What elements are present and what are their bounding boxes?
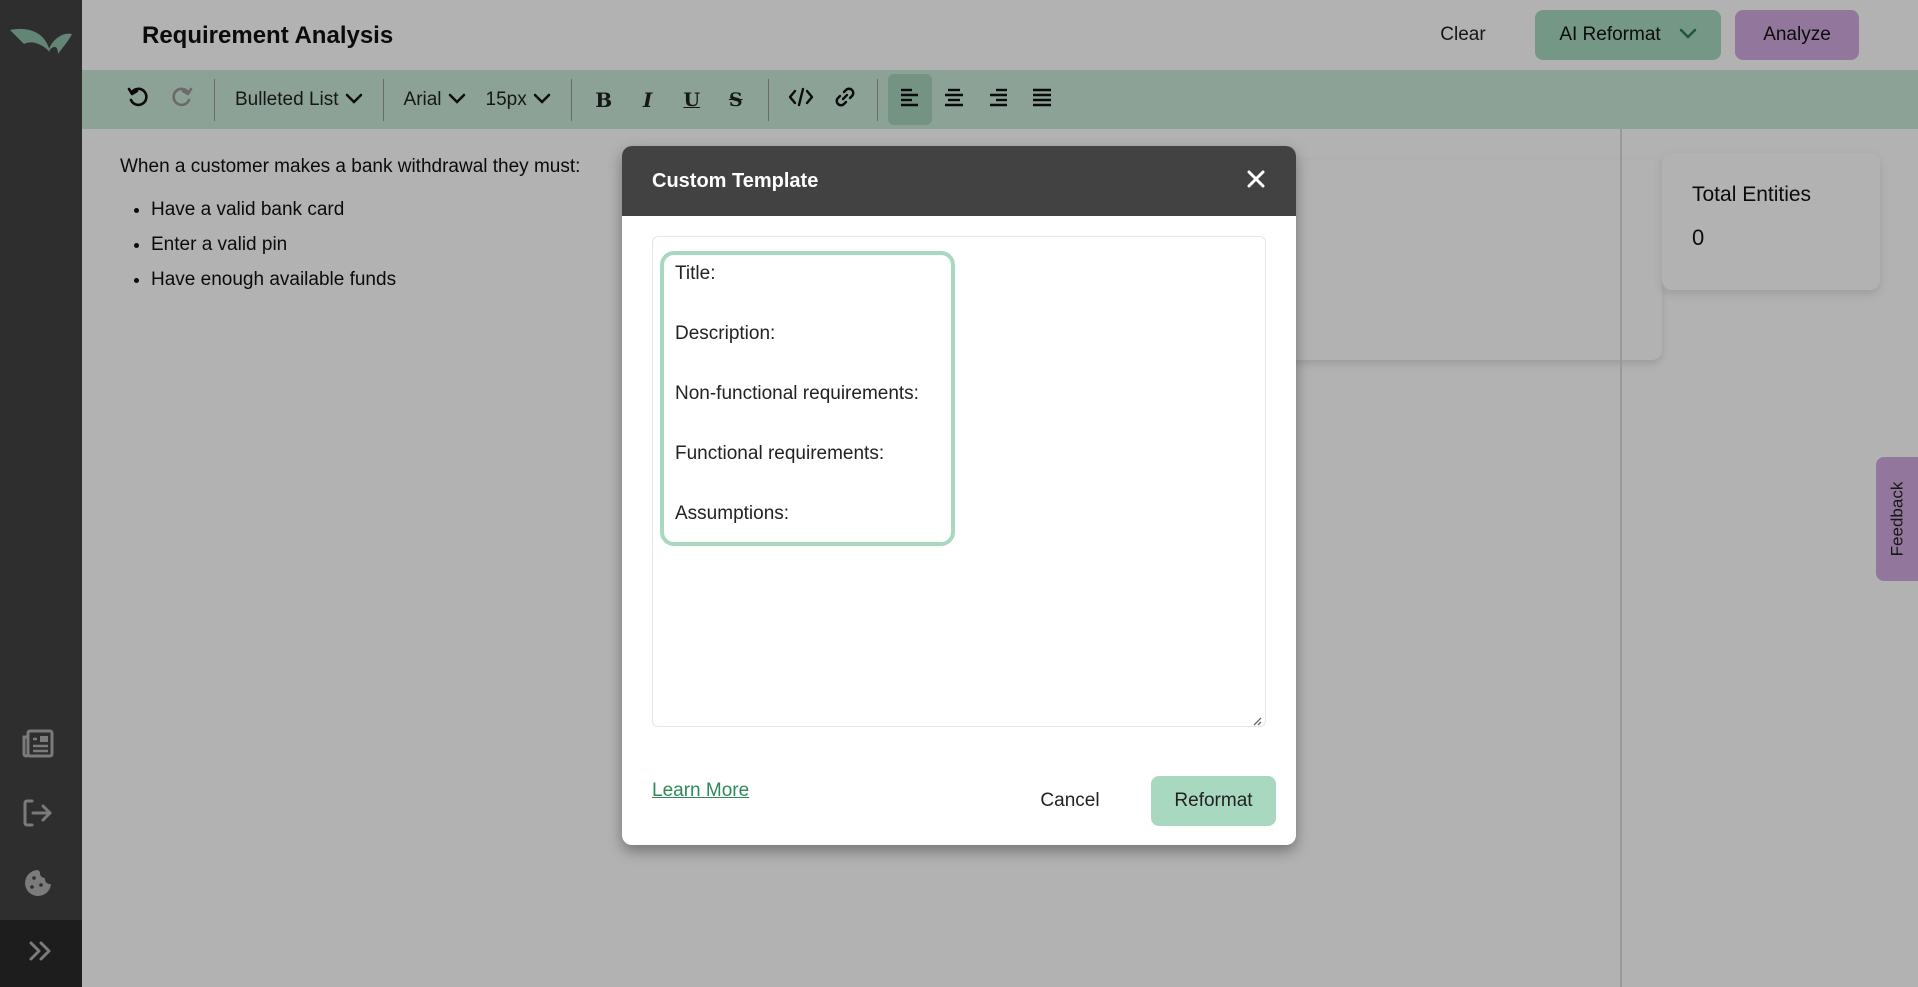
template-line: Assumptions:	[675, 503, 790, 524]
custom-template-dialog: Custom Template Title: Description: Non-…	[622, 146, 1296, 845]
close-icon	[1246, 169, 1266, 194]
resize-handle[interactable]	[1252, 713, 1262, 726]
template-line: Non-functional requirements:	[675, 383, 919, 404]
template-line: Title:	[675, 263, 716, 284]
template-line: Description:	[675, 323, 776, 344]
dialog-header: Custom Template	[622, 146, 1296, 216]
template-line: Functional requirements:	[675, 443, 885, 464]
cancel-button[interactable]: Cancel	[1020, 776, 1120, 826]
dialog-title: Custom Template	[652, 169, 819, 192]
template-textarea[interactable]: Title: Description: Non-functional requi…	[652, 236, 1266, 727]
learn-more-link[interactable]: Learn More	[652, 780, 749, 802]
template-highlight-box: Title: Description: Non-functional requi…	[660, 251, 955, 546]
reformat-submit-button[interactable]: Reformat	[1151, 776, 1276, 826]
close-button[interactable]	[1240, 165, 1272, 197]
